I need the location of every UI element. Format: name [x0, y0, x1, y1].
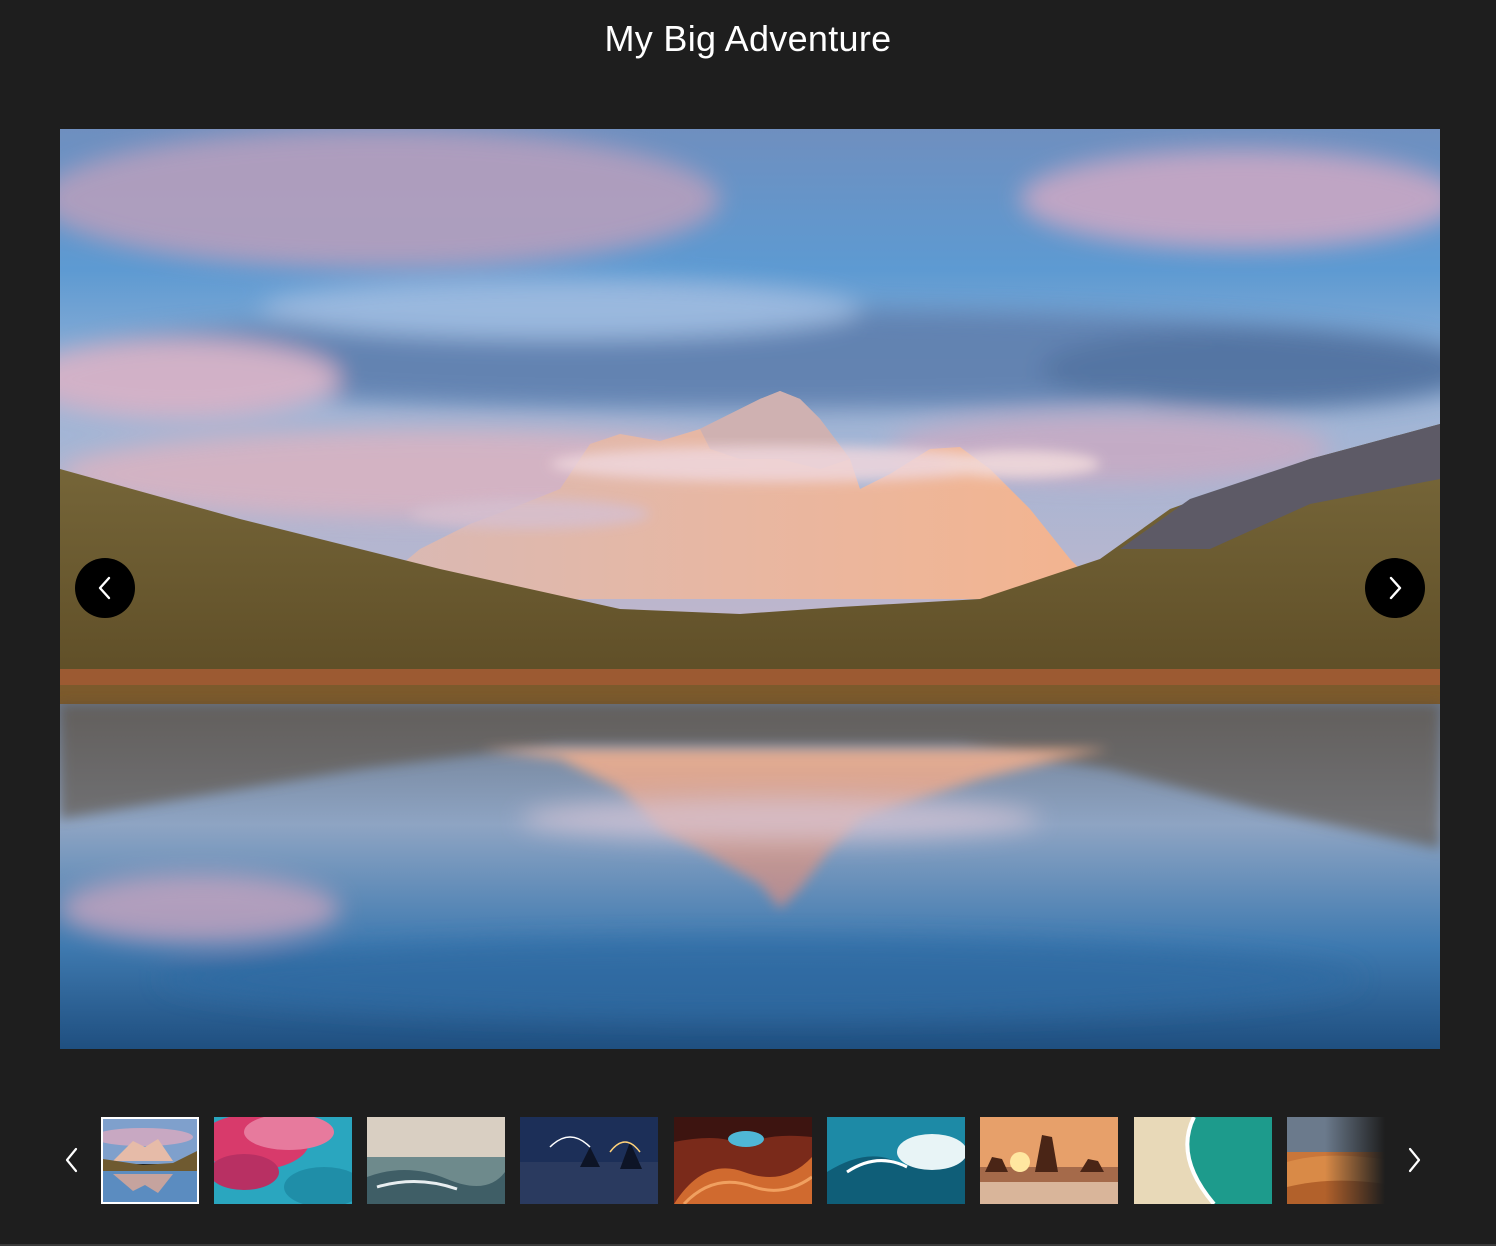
prev-image-button[interactable] [75, 558, 135, 618]
main-image-viewer [60, 129, 1440, 1049]
chevron-left-icon [98, 576, 111, 600]
big-wave-thumbnail [827, 1117, 965, 1204]
chevron-right-icon [1408, 1147, 1421, 1173]
night-beach-thumbnail [520, 1117, 658, 1204]
thumbnail-canyon[interactable] [674, 1117, 812, 1204]
pink-clouds-thumbnail [214, 1117, 352, 1204]
thumbnail-strip [0, 1117, 1496, 1204]
thumbnail-big-wave[interactable] [827, 1117, 965, 1204]
mountain-lake-thumbnail [103, 1119, 197, 1202]
thumbnail-scroll-left-button[interactable] [58, 1146, 86, 1174]
chevron-left-icon [65, 1147, 78, 1173]
gallery-page: My Big Adventure [0, 0, 1496, 1246]
thumbnail-beach-aerial[interactable] [1134, 1117, 1272, 1204]
thumbnail-scroll-right-button[interactable] [1400, 1146, 1428, 1174]
thumbnail-pink-clouds[interactable] [214, 1117, 352, 1204]
sunset-rocks-thumbnail [980, 1117, 1118, 1204]
thumbnail-mountain-lake[interactable] [101, 1117, 199, 1204]
thumbnail-sunset-rocks[interactable] [980, 1117, 1118, 1204]
main-image [60, 129, 1440, 1049]
thumbnail-list [101, 1117, 1385, 1204]
desert-dunes-thumbnail [1287, 1117, 1385, 1204]
beach-aerial-thumbnail [1134, 1117, 1272, 1204]
sea-waves-thumbnail [367, 1117, 505, 1204]
thumbnail-desert-dunes[interactable] [1287, 1117, 1385, 1204]
chevron-right-icon [1389, 576, 1402, 600]
canyon-thumbnail [674, 1117, 812, 1204]
next-image-button[interactable] [1365, 558, 1425, 618]
thumbnail-sea-waves[interactable] [367, 1117, 505, 1204]
page-title: My Big Adventure [604, 18, 892, 59]
thumbnail-night-beach[interactable] [520, 1117, 658, 1204]
